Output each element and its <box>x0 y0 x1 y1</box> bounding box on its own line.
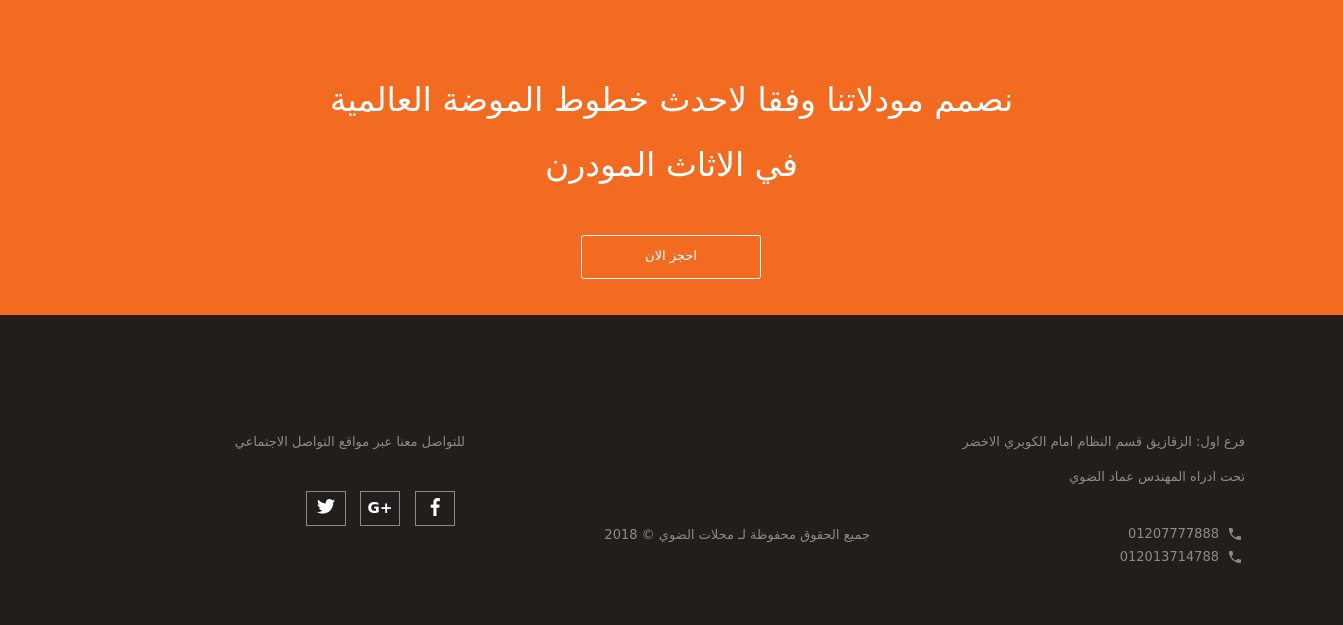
phone-row: 01207777888 <box>1128 525 1243 543</box>
twitter-icon <box>317 499 335 518</box>
branch-address: فرع اول: الزقازيق قسم النظام امام الكوبر… <box>962 435 1245 450</box>
copyright: جميع الحقوق محفوظة لـ محلات الضوي © 2018 <box>604 528 870 543</box>
social-label: للتواصل معنا عبر مواقع التواصل الاجتماعي <box>234 435 465 450</box>
hero-headline-line2: في الاثاث المودرن <box>545 145 798 184</box>
phone-row: 012013714788 <box>1120 548 1243 566</box>
phone-icon <box>1227 549 1243 565</box>
phone-number[interactable]: 01207777888 <box>1128 527 1219 542</box>
hero-banner: نصمم مودلاتنا وفقا لاحدث خطوط الموضة الع… <box>0 0 1343 315</box>
phone-icon <box>1227 526 1243 542</box>
google-plus-icon: G+ <box>367 499 393 517</box>
facebook-button[interactable] <box>415 491 455 526</box>
google-plus-button[interactable]: G+ <box>360 491 400 526</box>
footer: للتواصل معنا عبر مواقع التواصل الاجتماعي… <box>0 315 1343 625</box>
book-now-button[interactable]: احجز الان <box>581 235 761 279</box>
hero-headline-line1: نصمم مودلاتنا وفقا لاحدث خطوط الموضة الع… <box>329 80 1014 119</box>
facebook-icon <box>430 497 440 520</box>
manager-info: تحت ادراه المهندس عماد الضوي <box>1069 470 1245 485</box>
twitter-button[interactable] <box>306 491 346 526</box>
phone-number[interactable]: 012013714788 <box>1120 550 1219 565</box>
